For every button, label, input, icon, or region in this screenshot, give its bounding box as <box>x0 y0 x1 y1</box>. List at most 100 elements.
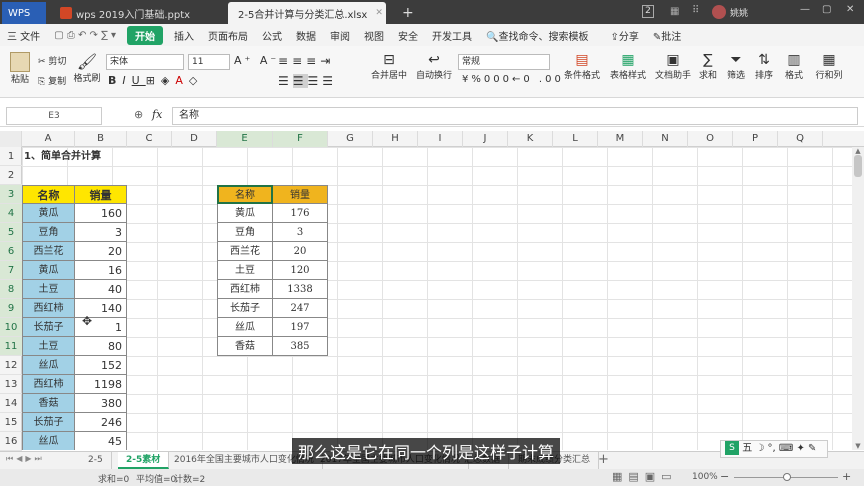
row-header-15[interactable]: 15 <box>0 413 22 432</box>
tab-xlsx[interactable]: 2-5合并计算与分类汇总.xlsx ✕ <box>228 2 386 24</box>
result-cell-name[interactable]: 西兰花 <box>217 242 273 261</box>
ime-mode-icons[interactable]: 五 ☽ °, ⌨ ✦ ✎ <box>742 443 816 454</box>
result-cell-value[interactable]: 197 <box>273 318 328 337</box>
table-cell-name[interactable]: 西红柿 <box>22 375 75 394</box>
row-col-button[interactable]: ▦ 行和列 <box>812 52 846 81</box>
number-format-select[interactable]: 常规 <box>458 54 550 70</box>
table-cell-name[interactable]: 黄瓜 <box>22 204 75 223</box>
view-mode-icons[interactable]: ▦▤▣▭ <box>612 470 678 483</box>
result-cell-value[interactable]: 247 <box>273 299 328 318</box>
close-tab-icon[interactable]: ✕ <box>375 8 383 18</box>
font-name-select[interactable]: 宋体 <box>106 54 184 70</box>
zoom-slider-thumb[interactable] <box>783 473 791 481</box>
vertical-scrollbar[interactable]: ▲ ▼ <box>852 147 864 450</box>
clear-icon[interactable]: ◇ <box>189 74 203 87</box>
table-cell-value[interactable]: 152 <box>75 356 127 375</box>
row-header-16[interactable]: 16 <box>0 432 22 451</box>
indent-icon[interactable]: ⇥ <box>320 54 334 68</box>
sum-button[interactable]: ∑ 求和 <box>696 52 720 81</box>
align-right-icon[interactable]: ☰ <box>308 74 323 88</box>
table-cell-value[interactable]: 246 <box>75 413 127 432</box>
percent-icon[interactable]: % <box>471 74 484 85</box>
decimal-icon[interactable]: ←0 .00 <box>512 74 564 85</box>
sort-button[interactable]: ⇅ 排序 <box>752 52 776 81</box>
formula-input[interactable]: 名称 <box>172 107 858 125</box>
maximize-icon[interactable]: ▢ <box>822 4 831 15</box>
table-cell-name[interactable]: 长茄子 <box>22 318 75 337</box>
table-cell-value[interactable]: 1198 <box>75 375 127 394</box>
quick-access-icons[interactable]: ▢ ⎙ ↶ ↷ ∑ ▾ <box>47 30 123 41</box>
zoom-out-icon[interactable]: − <box>720 470 729 483</box>
column-header-i[interactable]: I <box>418 131 463 147</box>
align-middle-icon[interactable]: ≡ <box>292 54 306 68</box>
filter-button[interactable]: ⏷ 筛选 <box>724 52 748 81</box>
result-cell-value[interactable]: 3 <box>273 223 328 242</box>
result-cell-name[interactable]: 豆角 <box>217 223 273 242</box>
result-cell-name[interactable]: 丝瓜 <box>217 318 273 337</box>
sheet-tab-0[interactable]: 2-5 <box>80 452 112 469</box>
number-buttons[interactable]: ¥%000←0 .00 <box>462 74 564 85</box>
font-grow-icon[interactable]: A⁺ <box>234 54 253 67</box>
align-center-icon[interactable]: ☰ <box>292 74 308 88</box>
table-cell-name[interactable]: 豆角 <box>22 223 75 242</box>
table-cell-name[interactable]: 丝瓜 <box>22 432 75 450</box>
result-cell-value[interactable]: 385 <box>273 337 328 356</box>
tab-pptx[interactable]: wps 2019入门基础.pptx <box>54 2 222 24</box>
share-button[interactable]: ⇪分享 <box>604 28 646 43</box>
result-cell-value[interactable]: 176 <box>273 204 328 223</box>
sheet-nav-icons[interactable]: ⏮◀▶⏭ <box>6 454 45 464</box>
table-cell-value[interactable]: 45 <box>75 432 127 450</box>
column-header-n[interactable]: N <box>643 131 688 147</box>
row-header-5[interactable]: 5 <box>0 223 22 242</box>
format-button[interactable]: ▥ 格式 <box>782 52 806 81</box>
result-header-name[interactable]: 名称 <box>217 185 273 204</box>
result-cell-name[interactable]: 西红柿 <box>217 280 273 299</box>
column-header-o[interactable]: O <box>688 131 733 147</box>
column-header-d[interactable]: D <box>172 131 217 147</box>
font-style-buttons[interactable]: BIU⊞◈A◇ <box>108 74 203 87</box>
table-cell-value[interactable]: 80 <box>75 337 127 356</box>
minimize-icon[interactable]: — <box>800 4 810 15</box>
column-header-g[interactable]: G <box>328 131 373 147</box>
row-header-3[interactable]: 3 <box>0 185 22 204</box>
menu-insert[interactable]: 插入 <box>167 28 201 43</box>
tab-start[interactable]: 开始 <box>127 25 164 45</box>
result-cell-name[interactable]: 黄瓜 <box>217 204 273 223</box>
comment-button[interactable]: ✎批注 <box>646 28 688 43</box>
menu-security[interactable]: 安全 <box>391 28 425 43</box>
merge-center-button[interactable]: ⊟ 合并居中 <box>370 52 408 81</box>
column-header-j[interactable]: J <box>463 131 508 147</box>
column-header-e[interactable]: E <box>217 131 273 147</box>
column-header-m[interactable]: M <box>598 131 643 147</box>
table-cell-value[interactable]: 3 <box>75 223 127 242</box>
column-header-q[interactable]: Q <box>778 131 823 147</box>
doc-helper-button[interactable]: ▣ 文档助手 <box>655 52 691 81</box>
column-header-f[interactable]: F <box>273 131 328 147</box>
table-cell-name[interactable]: 土豆 <box>22 280 75 299</box>
column-header-k[interactable]: K <box>508 131 553 147</box>
wps-home-tab[interactable]: WPS <box>2 2 46 24</box>
column-header-b[interactable]: B <box>75 131 127 147</box>
table-style-button[interactable]: ▦ 表格样式 <box>606 52 650 81</box>
result-cell-name[interactable]: 长茄子 <box>217 299 273 318</box>
result-cell-name[interactable]: 香菇 <box>217 337 273 356</box>
align-left-icon[interactable]: ☰ <box>278 74 293 88</box>
menu-formula[interactable]: 公式 <box>255 28 289 43</box>
table-cell-name[interactable]: 西红柿 <box>22 299 75 318</box>
cut-button[interactable]: ✂ 剪切 <box>38 54 66 67</box>
row-header-7[interactable]: 7 <box>0 261 22 280</box>
layout-icon[interactable]: ▦ <box>670 6 679 17</box>
window-count-badge[interactable]: 2 <box>642 5 654 18</box>
zoom-in-icon[interactable]: + <box>842 470 851 483</box>
ime-toolbar[interactable]: S 五 ☽ °, ⌨ ✦ ✎ <box>720 440 828 458</box>
font-size-select[interactable]: 11 <box>188 54 230 70</box>
justify-icon[interactable]: ☰ <box>322 74 337 88</box>
menu-file[interactable]: 三 文件 <box>0 28 47 43</box>
window-close-icon[interactable]: ✕ <box>846 4 854 15</box>
table-cell-name[interactable]: 西兰花 <box>22 242 75 261</box>
conditional-format-button[interactable]: ▤ 条件格式 <box>560 52 604 81</box>
result-cell-value[interactable]: 20 <box>273 242 328 261</box>
border-icon[interactable]: ⊞ <box>146 74 161 87</box>
row-header-10[interactable]: 10 <box>0 318 22 337</box>
scroll-down-icon[interactable]: ▼ <box>852 442 864 450</box>
